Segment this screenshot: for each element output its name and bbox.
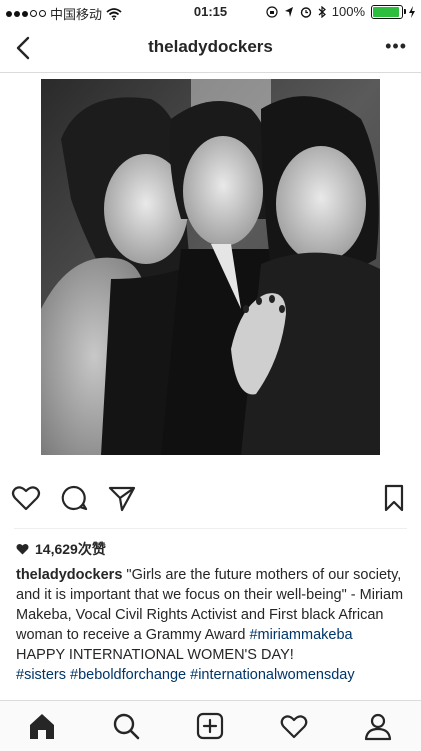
divider — [14, 528, 407, 529]
battery-icon — [371, 4, 406, 19]
battery-percent: 100% — [331, 4, 365, 19]
share-icon[interactable] — [106, 482, 138, 514]
photo-image — [41, 79, 380, 455]
page-title[interactable]: theladydockers — [0, 37, 421, 57]
bookmark-icon[interactable] — [378, 482, 410, 514]
hashtag-link[interactable]: #beboldforchange — [70, 667, 186, 683]
likes-count[interactable]: 14,629次赞 — [16, 539, 106, 559]
likes-label: 14,629次赞 — [35, 541, 106, 557]
small-heart-icon — [16, 543, 29, 555]
hashtag-link[interactable]: #internationalwomensday — [190, 667, 354, 683]
post-caption: theladydockers "Girls are the future mot… — [16, 565, 406, 685]
caption-line2: HAPPY INTERNATIONAL WOMEN'S DAY! — [16, 647, 294, 663]
charging-icon — [409, 5, 415, 18]
status-bar: 中国移动 01:15 100% — [0, 0, 421, 24]
rotation-lock-icon — [266, 5, 278, 18]
nav-bar: theladydockers ••• — [0, 24, 421, 73]
profile-icon[interactable] — [363, 711, 393, 741]
hashtag-link[interactable]: #miriammakeba — [249, 627, 352, 643]
bluetooth-icon — [318, 5, 326, 18]
new-post-icon[interactable] — [195, 711, 225, 741]
tab-bar — [0, 700, 421, 751]
post-photo[interactable] — [41, 79, 380, 455]
heart-icon[interactable] — [10, 482, 42, 514]
search-icon[interactable] — [111, 711, 141, 741]
comment-icon[interactable] — [58, 482, 90, 514]
location-icon — [284, 6, 293, 17]
post-actions — [0, 482, 421, 522]
caption-username[interactable]: theladydockers — [16, 567, 122, 583]
status-right: 100% — [266, 4, 415, 19]
activity-heart-icon[interactable] — [279, 711, 309, 741]
more-options-icon[interactable]: ••• — [385, 36, 407, 57]
hashtag-link[interactable]: #sisters — [16, 667, 66, 683]
home-icon[interactable] — [27, 711, 57, 741]
alarm-icon — [300, 6, 311, 18]
